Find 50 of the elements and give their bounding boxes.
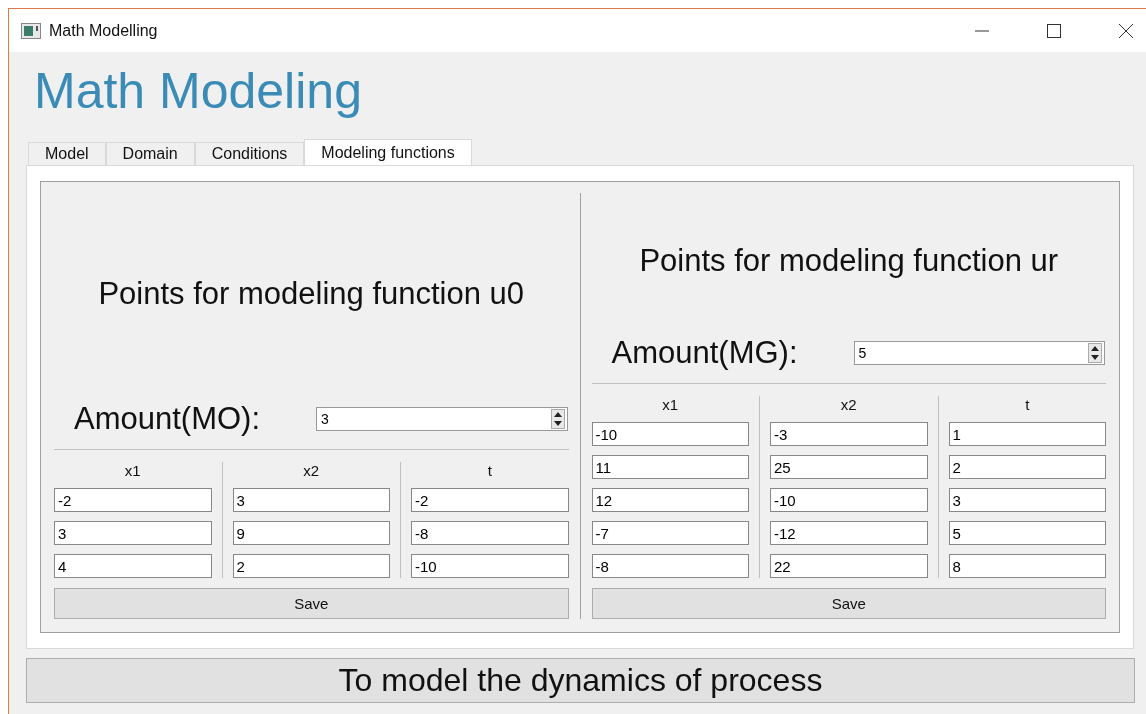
amount-spinbox[interactable]: 3 — [316, 407, 568, 431]
app-heading: Math Modeling — [34, 62, 363, 121]
tab[interactable]: Model — [28, 142, 106, 165]
column-header: x2 — [302, 462, 321, 479]
value-field[interactable]: -10 — [591, 422, 749, 446]
app-icon — [21, 22, 41, 39]
value-field[interactable]: 3 — [54, 521, 212, 545]
value-field[interactable]: -8 — [411, 521, 569, 545]
tab[interactable]: Domain — [105, 142, 195, 165]
value-field[interactable]: 22 — [770, 554, 928, 578]
save-button[interactable]: Save — [54, 588, 569, 619]
close-icon[interactable] — [1118, 22, 1134, 39]
amount-spinbox[interactable]: 5 — [853, 341, 1105, 365]
value-field[interactable]: 2 — [948, 455, 1106, 479]
tab[interactable]: Modeling functions — [304, 139, 472, 165]
model-button[interactable]: To model the dynamics of process — [26, 658, 1135, 703]
amount-label: Amount(MG): — [611, 335, 799, 371]
column-header: x1 — [661, 396, 680, 413]
value-field[interactable]: 1 — [948, 422, 1106, 446]
panel-title: Points for modeling function u0 — [98, 276, 525, 312]
column-header: t — [1024, 396, 1031, 413]
window-title: Math Modelling — [49, 21, 158, 40]
value-field[interactable]: -10 — [411, 554, 569, 578]
column-header: x2 — [839, 396, 858, 413]
value-field[interactable]: 12 — [591, 488, 749, 512]
save-button[interactable]: Save — [591, 588, 1106, 619]
value-field[interactable]: 3 — [232, 488, 390, 512]
column-header: x1 — [123, 462, 142, 479]
value-field[interactable]: -12 — [770, 521, 928, 545]
value-field[interactable]: -7 — [591, 521, 749, 545]
value-field[interactable]: 3 — [948, 488, 1106, 512]
value-field[interactable]: 25 — [770, 455, 928, 479]
value-field[interactable]: 11 — [591, 455, 749, 479]
value-field[interactable]: 2 — [232, 554, 390, 578]
value-field[interactable]: 5 — [948, 521, 1106, 545]
value-field[interactable]: 8 — [948, 554, 1106, 578]
maximize-icon[interactable] — [1046, 22, 1062, 39]
value-field[interactable]: -8 — [591, 554, 749, 578]
value-field[interactable]: -2 — [54, 488, 212, 512]
value-field[interactable]: -2 — [411, 488, 569, 512]
value-field[interactable]: -10 — [770, 488, 928, 512]
column-header: t — [486, 462, 493, 479]
value-field[interactable]: 9 — [232, 521, 390, 545]
tab[interactable]: Conditions — [194, 142, 305, 165]
spin-arrows-icon[interactable] — [550, 409, 565, 429]
spin-arrows-icon[interactable] — [1088, 343, 1102, 363]
amount-label: Amount(MO): — [74, 401, 262, 437]
value-field[interactable]: 4 — [54, 554, 212, 578]
panel-title: Points for modeling function ur — [639, 243, 1059, 279]
value-field[interactable]: -3 — [770, 422, 928, 446]
